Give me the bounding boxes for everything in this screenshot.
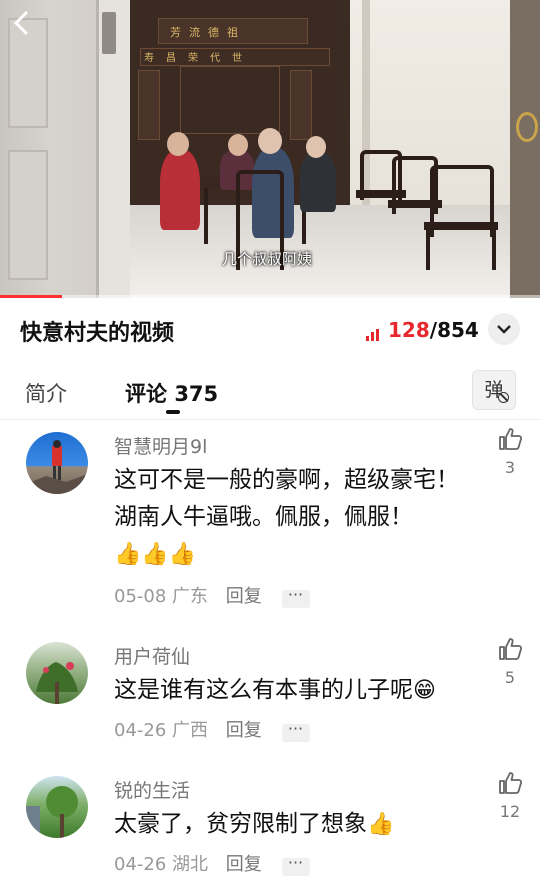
comment-meta: 04-26 湖北 回复 ··· [114,850,310,876]
chevron-down-icon [497,325,511,334]
comment-text: 这可不是一般的豪啊，超级豪宅！湖南人牛逼哦。佩服，佩服！ 👍👍👍 [114,462,474,573]
thumbs-up-emoji-icon: 👍👍👍 [114,542,197,567]
thumbs-up-icon [499,428,523,450]
comment-text: 这是谁有这么有本事的儿子呢😁 [114,672,494,709]
comment-text-content: 这可不是一般的豪啊，超级豪宅！湖南人牛逼哦。佩服，佩服！ [114,467,459,530]
view-counter: 128/854 [366,317,479,342]
like-button[interactable]: 5 [494,636,526,687]
like-count: 12 [499,802,521,821]
tab-comments-count: 375 [174,382,219,406]
reply-button[interactable]: 回复 [226,720,262,741]
comment-username[interactable]: 锐的生活 [114,776,190,803]
like-count: 3 [504,458,516,477]
thumbs-up-emoji-icon: 👍 [367,812,395,837]
danmaku-off-icon [498,392,509,403]
more-options-icon[interactable]: ··· [281,587,310,608]
like-button[interactable]: 3 [494,426,526,477]
back-arrow-icon[interactable] [10,8,40,38]
expand-button[interactable] [488,313,520,345]
video-scene-room: 芳流德祖 寿昌荣代世 [130,0,510,298]
reply-button[interactable]: 回复 [226,586,262,607]
video-scene-door-left [0,0,130,298]
comment-username[interactable]: 用户荷仙 [114,642,190,669]
thumbs-up-icon [499,772,523,794]
views-current: 128 [388,318,430,342]
more-options-icon[interactable]: ··· [281,721,310,742]
tab-comments[interactable]: 评论 375 [125,378,218,408]
comment-username[interactable]: 智慧明月9l [114,432,207,459]
like-button[interactable]: 12 [494,770,526,821]
avatar[interactable] [26,642,88,704]
danmaku-toggle-button[interactable]: 弹 [472,370,516,410]
views-total: 854 [437,318,479,342]
comment-date: 05-08 [114,586,167,607]
comment-text: 太豪了，贫穷限制了想象👍 [114,806,474,843]
bar-chart-icon [366,317,382,341]
like-count: 5 [504,668,516,687]
comment-meta: 05-08 广东 回复 ··· [114,582,310,608]
video-title: 快意村夫的视频 [20,321,175,346]
comment-date: 04-26 [114,854,167,875]
video-title-bar: 快意村夫的视频 128/854 [0,298,540,360]
reply-button[interactable]: 回复 [226,854,262,875]
video-player[interactable]: 芳流德祖 寿昌荣代世 几个叔叔阿姨 [0,0,540,298]
comment-text-content: 太豪了，贫穷限制了想象 [114,811,367,837]
tab-active-indicator [166,410,180,414]
avatar[interactable] [26,776,88,838]
comment-date: 04-26 [114,720,167,741]
views-separator: / [429,318,438,342]
video-scene-door-right [510,0,540,298]
grinning-emoji-icon: 😁 [413,678,436,703]
comment-location: 广西 [172,720,209,741]
tab-intro[interactable]: 简介 [25,378,67,408]
tab-comments-label: 评论 [125,382,167,406]
comment-text-content: 这是谁有这么有本事的儿子呢 [114,677,413,703]
avatar[interactable] [26,432,88,494]
thumbs-up-icon [499,638,523,660]
comment-location: 湖北 [172,854,209,875]
comment-meta: 04-26 广西 回复 ··· [114,716,310,742]
more-options-icon[interactable]: ··· [281,855,310,876]
tab-bar: 简介 评论 375 弹 [0,360,540,420]
video-subtitle: 几个叔叔阿姨 [222,250,313,268]
comment-location: 广东 [172,586,209,607]
